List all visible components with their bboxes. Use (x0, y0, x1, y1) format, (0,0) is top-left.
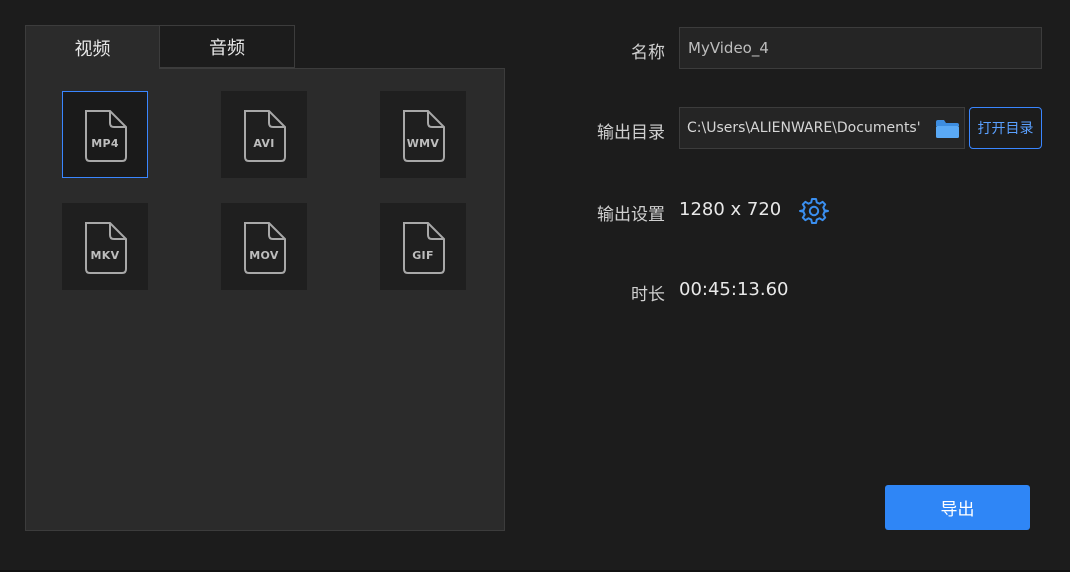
format-label: AVI (253, 136, 275, 150)
file-icon: MOV (239, 219, 289, 275)
export-button[interactable]: 导出 (885, 485, 1030, 530)
format-label: MOV (249, 248, 279, 262)
output-dir-value: C:\Users\ALIENWARE\Documents' (687, 120, 921, 136)
format-tile-mp4[interactable]: MP4 (62, 91, 148, 178)
name-label: 名称 (631, 43, 665, 63)
format-tile-gif[interactable]: GIF (380, 203, 466, 290)
file-icon: AVI (239, 107, 289, 163)
duration-label: 时长 (631, 285, 665, 305)
open-directory-button[interactable]: 打开目录 (969, 107, 1042, 149)
gear-icon[interactable] (799, 196, 829, 226)
file-icon: WMV (398, 107, 448, 163)
format-tile-wmv[interactable]: WMV (380, 91, 466, 178)
file-icon: MKV (80, 219, 130, 275)
name-input[interactable] (679, 27, 1042, 69)
duration-value: 00:45:13.60 (679, 279, 789, 300)
tab-video[interactable]: 视频 (25, 25, 160, 69)
format-tile-avi[interactable]: AVI (221, 91, 307, 178)
format-panel: MP4 AVI WMV MKV MOV GIF (25, 68, 505, 531)
format-label: MP4 (91, 136, 119, 150)
file-icon: GIF (398, 219, 448, 275)
file-icon: MP4 (80, 107, 130, 163)
output-dir-field[interactable]: C:\Users\ALIENWARE\Documents' (679, 107, 965, 149)
format-label: MKV (90, 248, 120, 262)
format-label: GIF (412, 248, 434, 262)
output-dir-label: 输出目录 (597, 123, 665, 143)
format-tile-mov[interactable]: MOV (221, 203, 307, 290)
output-settings-label: 输出设置 (597, 205, 665, 225)
output-settings-value: 1280 x 720 (679, 199, 782, 220)
format-label: WMV (406, 136, 440, 150)
folder-icon[interactable] (935, 119, 960, 139)
format-tile-mkv[interactable]: MKV (62, 203, 148, 290)
tab-audio[interactable]: 音频 (160, 25, 295, 68)
